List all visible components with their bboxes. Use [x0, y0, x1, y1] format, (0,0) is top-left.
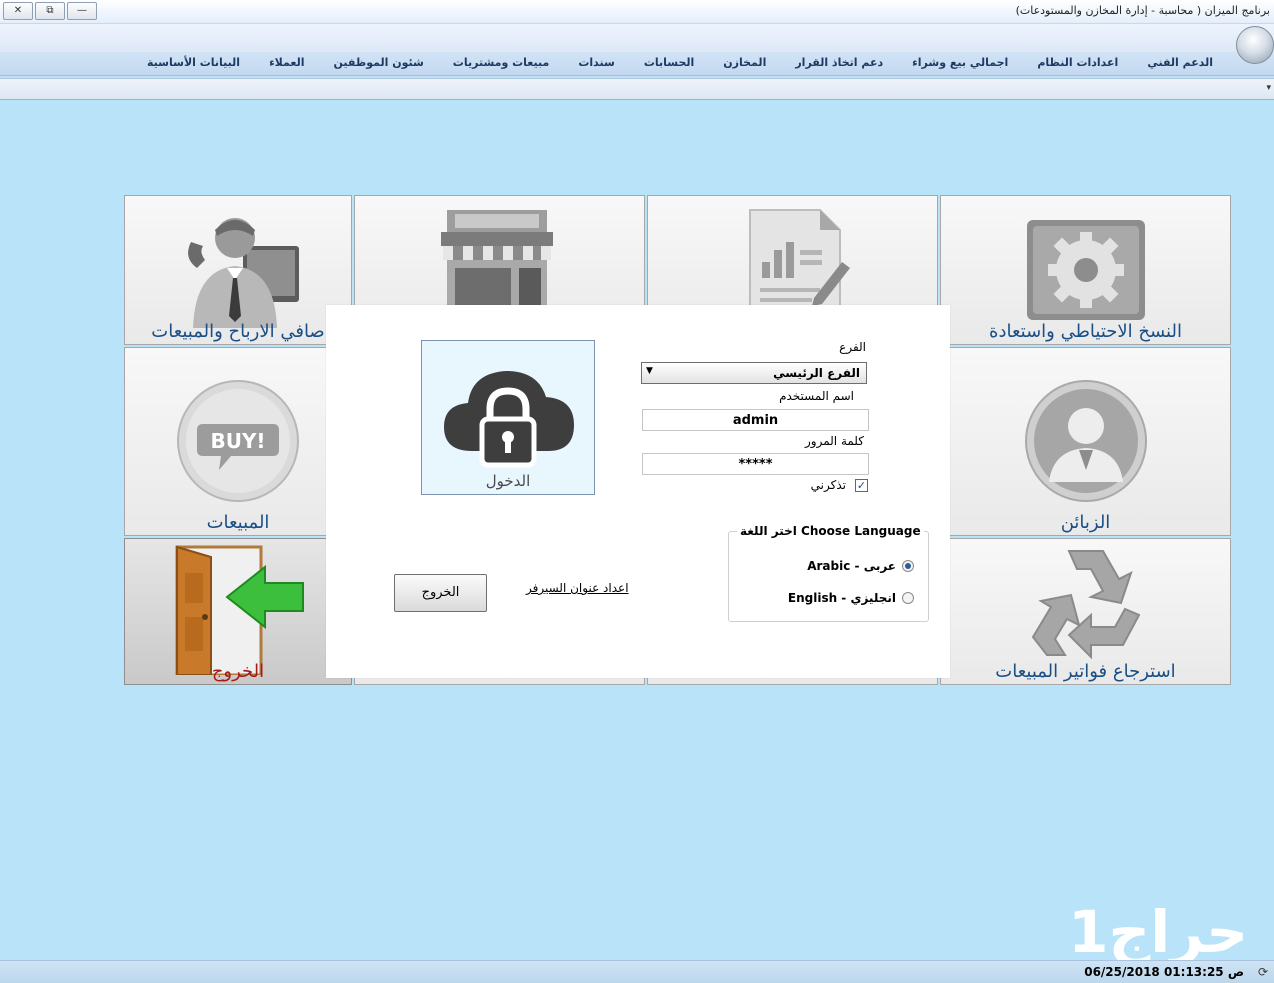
menu-item-clients[interactable]: العملاء [255, 56, 319, 69]
app-menu-orb[interactable] [1236, 26, 1274, 64]
language-english-radio[interactable] [902, 592, 914, 604]
menu-bar: البيانات الأساسية العملاء شئون الموظفين … [0, 52, 1274, 76]
businessman-phone-icon [188, 218, 299, 328]
language-arabic-radio[interactable] [902, 560, 914, 572]
branch-label: الفرع [839, 340, 866, 354]
exit-button[interactable]: الخروج [394, 574, 487, 612]
menu-item-basic-data[interactable]: البيانات الأساسية [133, 56, 255, 69]
remember-checkbox[interactable]: ✓ [855, 479, 868, 492]
exit-door-icon [175, 545, 304, 675]
customer-user-icon [1025, 380, 1147, 502]
ribbon-top [0, 24, 1274, 52]
tile-sales-returns[interactable]: استرجاع فواتير المبيعات [940, 538, 1231, 685]
language-option-arabic[interactable]: Arabic - عربى [807, 559, 914, 573]
menu-items: البيانات الأساسية العملاء شئون الموظفين … [133, 56, 1228, 69]
clock-icon: ⟳ [1257, 965, 1268, 979]
tile-sales-label: المبيعات [206, 512, 270, 533]
menu-item-totals[interactable]: اجمالي بيع وشراء [898, 56, 1023, 69]
username-label: اسم المستخدم [779, 389, 854, 403]
quick-access-arrow-icon[interactable]: ▾ [1266, 83, 1271, 93]
tile-customers-label: الزبائن [1060, 512, 1111, 533]
window-title: برنامج الميزان ( محاسبة - إدارة المخازن … [1015, 4, 1270, 17]
gear-icon [1027, 220, 1145, 320]
menu-item-warehouses[interactable]: المخازن [709, 56, 781, 69]
tile-exit[interactable]: الخروج [124, 538, 352, 685]
tile-backup[interactable]: النسخ الاحتياطي واستعادة [940, 195, 1231, 345]
report-document-icon [749, 209, 850, 316]
chevron-down-icon: ▼ [646, 366, 653, 376]
password-input[interactable] [642, 453, 869, 475]
status-datetime: 06/25/2018 01:13:25 ص [1084, 965, 1244, 979]
username-input[interactable] [642, 409, 869, 431]
branch-value: الفرع الرئيسي [773, 366, 860, 380]
language-option-english[interactable]: English - انجليزي [788, 591, 914, 605]
tile-exit-label: الخروج [211, 661, 265, 682]
language-group: اختر اللغة Choose Language Arabic - عربى… [728, 524, 929, 622]
menu-item-employees[interactable]: شئون الموظفين [320, 56, 439, 69]
title-bar: ✕ ⧉ — برنامج الميزان ( محاسبة - إدارة ال… [0, 0, 1274, 24]
window-controls: ✕ ⧉ — [3, 2, 97, 20]
menu-item-support[interactable]: الدعم الفني [1133, 56, 1228, 69]
menu-item-accounts[interactable]: الحسابات [630, 56, 709, 69]
remember-label: تذكرني [810, 478, 846, 492]
tile-profits[interactable]: صافي الارباح والمبيعات [124, 195, 352, 345]
login-dialog: الدخول الفرع ▼ الفرع الرئيسي اسم المستخد… [326, 305, 950, 678]
minimize-button[interactable]: — [67, 2, 97, 20]
branch-select[interactable]: ▼ الفرع الرئيسي [641, 362, 867, 384]
tile-backup-label: النسخ الاحتياطي واستعادة [989, 321, 1182, 342]
tile-sales[interactable]: BUY! المبيعات [124, 347, 352, 536]
watermark: حراج1 [1068, 898, 1248, 966]
tile-profits-label: صافي الارباح والمبيعات [151, 321, 325, 342]
status-bar: 06/25/2018 01:13:25 ص ⟳ [0, 960, 1274, 983]
buy-badge-icon: BUY! [177, 380, 299, 502]
menu-item-decision-support[interactable]: دعم اتخاذ القرار [781, 56, 898, 69]
menu-item-system-settings[interactable]: اعدادات النظام [1023, 56, 1133, 69]
close-button[interactable]: ✕ [3, 2, 33, 20]
cloud-lock-icon [444, 371, 574, 468]
store-icon [441, 210, 553, 316]
language-title: اختر اللغة Choose Language [737, 524, 924, 538]
language-english-label: English - انجليزي [787, 591, 896, 605]
login-label: الدخول [485, 472, 531, 490]
recycle-icon [1031, 550, 1141, 660]
tile-sales-returns-label: استرجاع فواتير المبيعات [995, 661, 1176, 682]
tile-customers[interactable]: الزبائن [940, 347, 1231, 536]
server-settings-link[interactable]: اعداد عنوان السيرفر [526, 581, 629, 595]
quick-access-bar: ▾ [0, 78, 1274, 100]
buy-badge-text: BUY! [210, 429, 265, 453]
menu-item-vouchers[interactable]: سندات [564, 56, 630, 69]
language-arabic-label: Arabic - عربى [807, 559, 896, 573]
login-button[interactable]: الدخول [421, 340, 595, 495]
menu-item-sales-purchases[interactable]: مبيعات ومشتريات [439, 56, 565, 69]
restore-button[interactable]: ⧉ [35, 2, 65, 20]
password-label: كلمة المرور [804, 434, 864, 448]
